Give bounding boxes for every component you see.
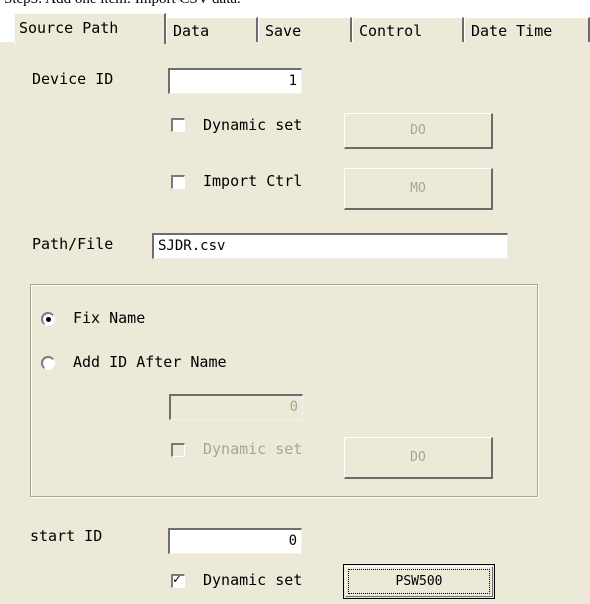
path-file-input[interactable]: SJDR.csv (152, 233, 508, 259)
device-id-input[interactable]: 1 (168, 68, 302, 94)
tab-label: Data (173, 22, 210, 40)
fix-name-label: Fix Name (73, 309, 146, 327)
naming-do-button: DO (344, 437, 493, 479)
device-do-button: DO (344, 113, 493, 149)
name-id-input: 0 (169, 394, 303, 420)
psw500-button[interactable]: PSW500 (343, 564, 495, 599)
start-id-label: start ID (30, 527, 103, 545)
tab-data[interactable]: Data (166, 17, 258, 43)
naming-dynamic-set-label: Dynamic set (203, 440, 303, 458)
add-id-after-name-radio[interactable] (41, 356, 55, 370)
tab-label: Control (359, 22, 423, 40)
start-dynamic-set-label: Dynamic set (203, 571, 303, 589)
add-id-after-name-label: Add ID After Name (73, 353, 227, 371)
tab-label: Date Time (471, 22, 553, 40)
tab-save[interactable]: Save (258, 17, 352, 43)
psw500-button-label: PSW500 (395, 574, 443, 589)
device-dynamic-set-checkbox[interactable] (171, 118, 185, 132)
device-do-button-label: DO (410, 123, 426, 138)
mo-button-label: MO (410, 181, 426, 196)
tab-date-time[interactable]: Date Time (464, 17, 590, 43)
caption-text: Step5: Add one item: Import CSV data. (4, 0, 241, 8)
caption-strip: Step5: Add one item: Import CSV data. (0, 0, 590, 14)
device-id-label: Device ID (32, 70, 114, 88)
path-file-label: Path/File (32, 235, 114, 253)
naming-do-button-label: DO (410, 450, 426, 465)
radio-selected-dot (46, 317, 51, 322)
device-dynamic-set-label: Dynamic set (203, 116, 303, 134)
import-ctrl-checkbox[interactable] (171, 175, 185, 189)
import-ctrl-label: Import Ctrl (203, 172, 303, 190)
start-id-input[interactable]: 0 (168, 528, 302, 554)
tab-label: Save (265, 22, 302, 40)
fix-name-radio[interactable] (41, 312, 55, 326)
checkmark-icon: ✓ (173, 572, 181, 587)
tab-control[interactable]: Control (352, 17, 464, 43)
tab-label: Source Path (19, 19, 119, 37)
mo-button: MO (344, 168, 493, 210)
start-dynamic-set-checkbox[interactable]: ✓ (171, 572, 185, 588)
naming-dynamic-set-checkbox (171, 443, 185, 457)
tab-source-path[interactable]: Source Path (14, 13, 166, 44)
